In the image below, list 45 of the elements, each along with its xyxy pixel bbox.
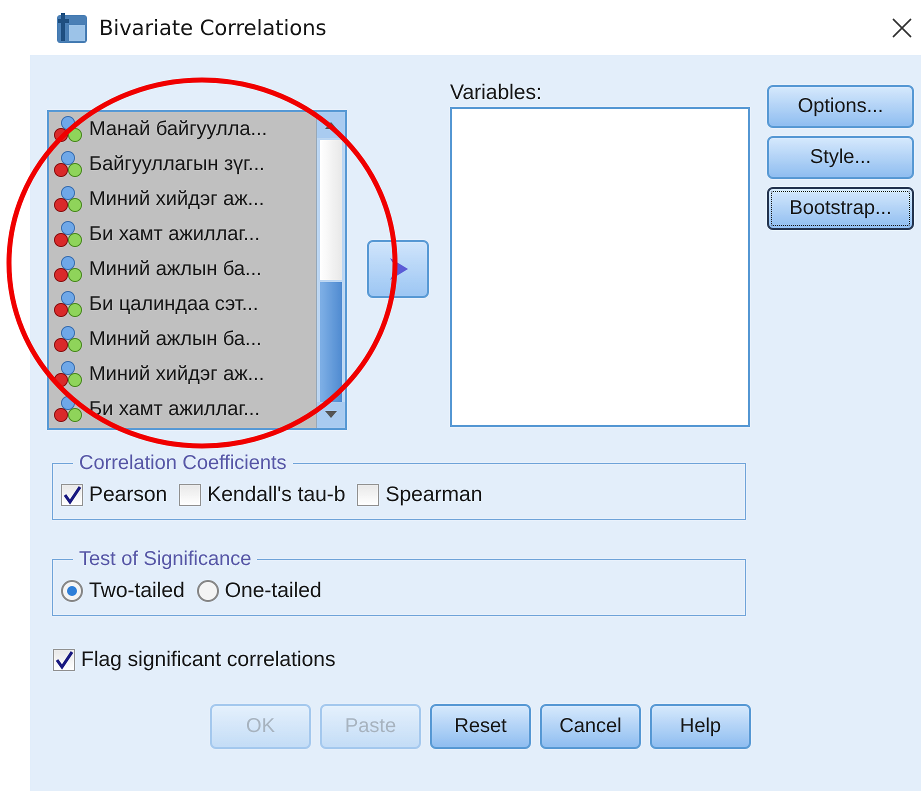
variable-item[interactable]: Манай байгуулла... — [49, 112, 316, 147]
window-title: Bivariate Correlations — [99, 16, 326, 40]
variables-list[interactable] — [450, 107, 750, 427]
variable-icon — [53, 254, 83, 284]
dialog-button[interactable]: Help — [650, 704, 751, 749]
dialog-button[interactable]: Reset — [430, 704, 531, 749]
app-icon — [55, 10, 89, 44]
checkbox[interactable] — [357, 484, 380, 506]
move-button[interactable] — [367, 240, 429, 298]
radio-label: One-tailed — [224, 579, 322, 603]
variable-item[interactable]: Би хамт ажиллаг... — [49, 217, 316, 252]
checkbox-label: Flag significant correlations — [81, 648, 336, 672]
checkbox[interactable] — [61, 484, 83, 506]
variable-icon — [53, 324, 83, 354]
scroll-down-icon[interactable] — [324, 410, 338, 420]
dialog-button[interactable]: Bootstrap... — [767, 187, 914, 230]
checkbox[interactable] — [179, 484, 202, 506]
dialog-button[interactable]: Options... — [767, 85, 914, 128]
variable-icon — [53, 220, 83, 250]
variable-icon — [53, 394, 83, 424]
checkbox[interactable] — [53, 649, 75, 671]
variables-label: Variables: — [450, 81, 543, 106]
variable-icon — [53, 150, 83, 180]
group-title: Correlation Coefficients — [78, 452, 288, 475]
scrollbar[interactable] — [316, 112, 345, 428]
radio-button[interactable] — [61, 580, 83, 602]
variable-item[interactable]: Миний ажлын ба... — [49, 322, 316, 357]
dialog-button[interactable]: Style... — [767, 136, 914, 179]
checkbox-label: Kendall's tau-b — [207, 483, 346, 507]
variable-icon — [53, 114, 83, 144]
radio-button[interactable] — [196, 580, 219, 602]
variable-item[interactable]: Байгууллагын зүг... — [49, 147, 316, 182]
checkbox-label: Pearson — [89, 483, 168, 507]
group-title: Test of Significance — [78, 548, 252, 571]
variable-item[interactable]: Миний хийдэг аж... — [49, 357, 316, 392]
variable-icon — [53, 184, 83, 214]
radio-label: Two-tailed — [89, 579, 185, 603]
variable-item[interactable]: Миний хийдэг аж... — [49, 182, 316, 217]
variable-icon — [53, 360, 83, 390]
close-icon[interactable] — [891, 16, 913, 38]
checkbox-label: Spearman — [385, 483, 482, 507]
dialog-button[interactable]: Cancel — [540, 704, 641, 749]
variable-item[interactable]: Миний ажлын ба... — [49, 252, 316, 287]
variable-item[interactable]: Би цалиндаа сэт... — [49, 287, 316, 322]
variable-icon — [53, 290, 83, 320]
